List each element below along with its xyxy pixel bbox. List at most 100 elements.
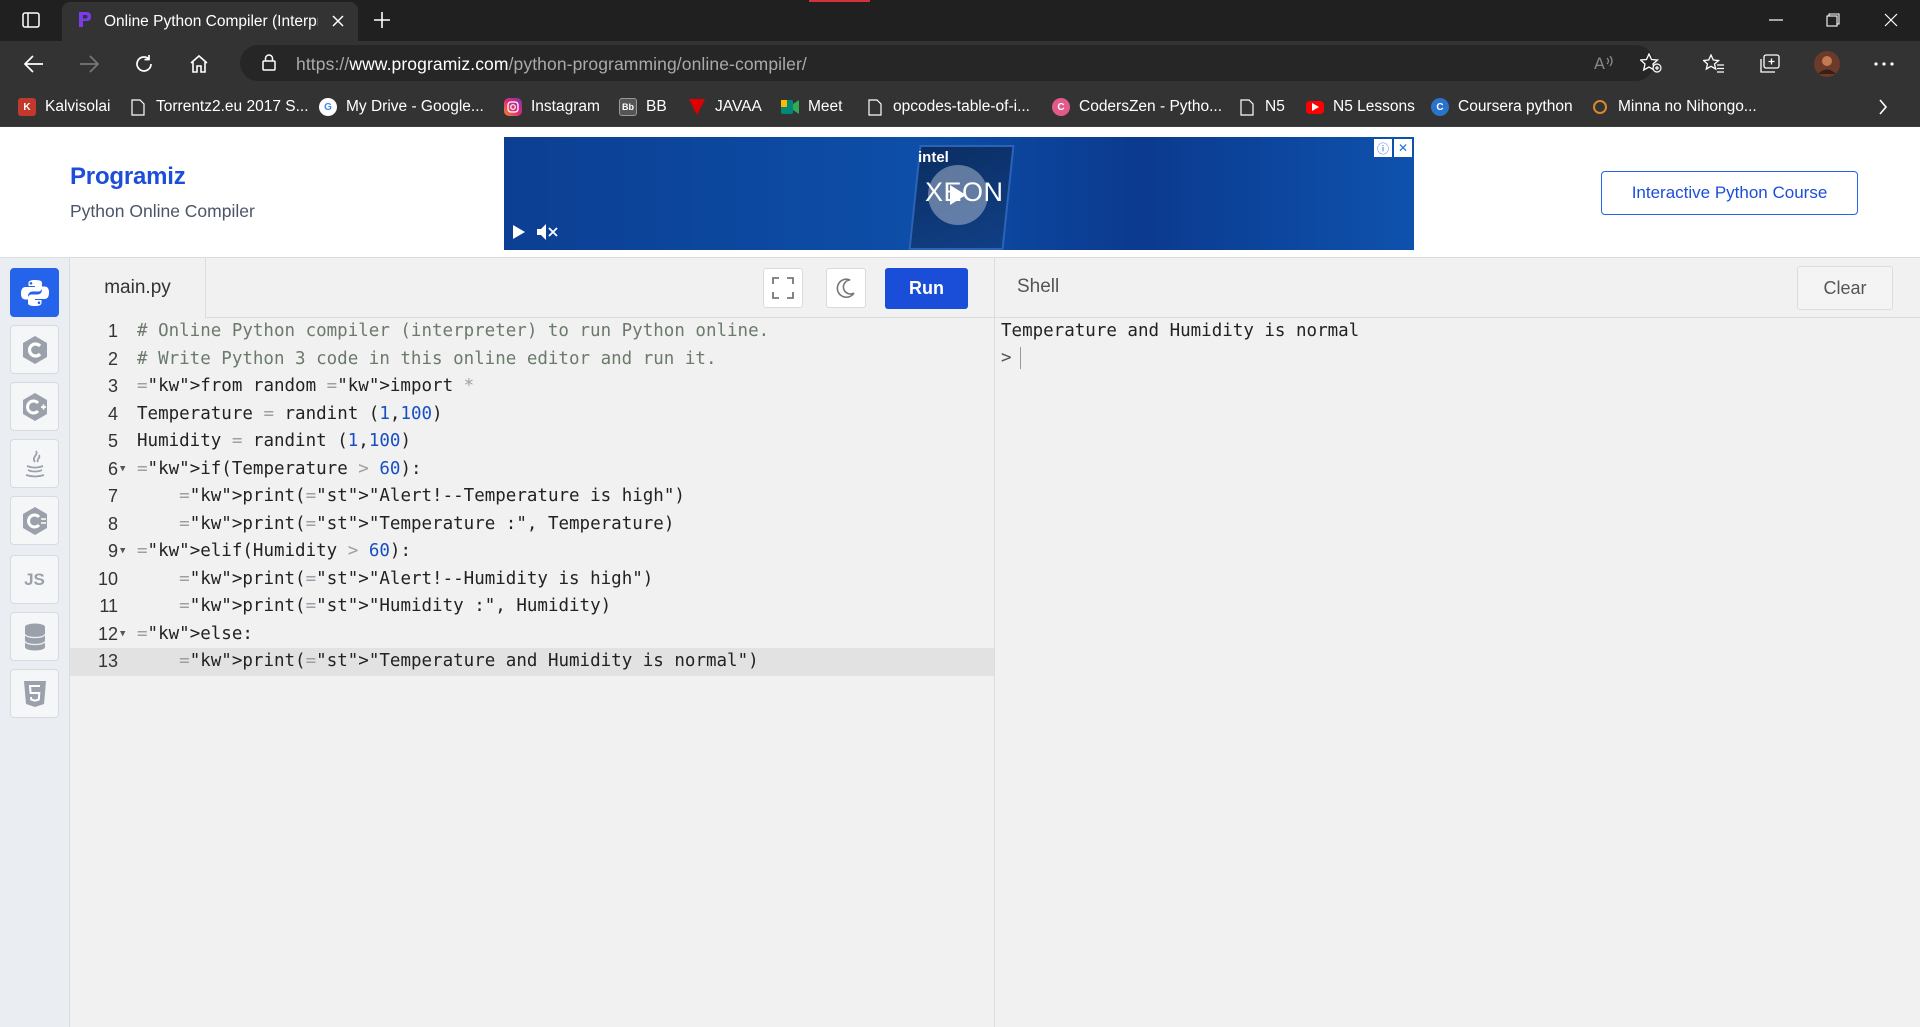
collections-icon[interactable] [1752, 46, 1788, 82]
bookmark-kalvisolai[interactable]: K Kalvisolai [18, 95, 110, 119]
fold-arrow-icon[interactable]: ▼ [120, 456, 125, 484]
minimize-icon[interactable] [1747, 0, 1805, 40]
home-icon[interactable] [181, 46, 217, 82]
ad-close-icon[interactable]: ✕ [1394, 139, 1412, 157]
code-editor[interactable]: 1 # Online Python compiler (interpreter) … [70, 318, 994, 1027]
ad-info-icon[interactable]: ⓘ [1374, 139, 1392, 157]
code-line-current: 13 ="kw">print(="st">"Temperature and Hu… [70, 648, 994, 676]
bookmark-my-drive[interactable]: G My Drive - Google... [319, 95, 484, 119]
coderszen-icon: C [1052, 98, 1070, 116]
python-icon[interactable] [10, 268, 59, 317]
clear-button[interactable]: Clear [1797, 266, 1893, 310]
code-text: ="kw">print(="st">"Temperature :", Tempe… [179, 513, 675, 534]
code-text: ="kw">print(="st">"Alert!--Humidity is h… [179, 568, 654, 589]
line-number: 4 [107, 403, 118, 424]
ad-mute-icon[interactable] [536, 223, 558, 246]
code-line: 7 ="kw">print(="st">"Alert!--Temperature… [70, 483, 994, 511]
url-text[interactable]: https://www.programiz.com/python-program… [296, 54, 807, 75]
tab-actions-icon[interactable] [14, 8, 48, 32]
editor-toolbar: main.py Run [70, 258, 994, 318]
shell-output-text: Temperature and Humidity is normal [1001, 321, 1360, 341]
url-path: /python-programming/online-compiler/ [508, 54, 807, 74]
code-line: 12 ▼ ="kw">else: [70, 621, 994, 649]
bookmark-label: BB [646, 98, 667, 115]
line-number: 5 [107, 431, 118, 451]
shell-output[interactable]: Temperature and Humidity is normal > [994, 318, 1920, 1027]
interactive-course-button[interactable]: Interactive Python Course [1601, 171, 1858, 215]
page-icon [129, 98, 147, 116]
bookmark-n5-lessons[interactable]: N5 Lessons [1306, 95, 1415, 119]
c-language-icon[interactable] [10, 325, 59, 374]
profile-avatar[interactable] [1809, 46, 1845, 82]
bb-icon: Bb [619, 98, 637, 116]
refresh-icon[interactable] [126, 46, 162, 82]
forward-icon[interactable] [71, 46, 107, 82]
more-options-icon[interactable] [1866, 46, 1902, 82]
address-bar[interactable]: https://www.programiz.com/python-program… [240, 45, 1662, 81]
kalvisolai-icon: K [18, 98, 36, 116]
bookmark-javaa[interactable]: JAVAA [688, 95, 762, 119]
fullscreen-icon[interactable] [763, 268, 803, 308]
bookmark-label: JAVAA [715, 98, 762, 115]
bookmark-label: N5 [1265, 98, 1285, 115]
programiz-logo[interactable]: Programiz [70, 163, 186, 191]
bookmark-coderszen[interactable]: C CodersZen - Pytho... [1052, 95, 1222, 119]
code-text: # Write Python 3 code in this online edi… [137, 348, 717, 369]
instagram-icon [504, 98, 522, 116]
line-number: 7 [107, 486, 118, 506]
ad-product: XEON [925, 177, 1004, 207]
add-favorite-icon[interactable] [1638, 52, 1662, 78]
dark-mode-moon-icon[interactable] [826, 268, 866, 308]
java-language-icon[interactable] [10, 439, 59, 488]
bookmark-torrentz[interactable]: Torrentz2.eu 2017 S... [129, 95, 309, 119]
bookmarks-overflow-icon[interactable] [1878, 95, 1888, 119]
bookmark-instagram[interactable]: Instagram [504, 95, 600, 119]
tab-title: Online Python Compiler (Interpre [104, 12, 318, 30]
line-number: 12 [97, 623, 118, 644]
bookmark-minna[interactable]: Minna no Nihongo... [1591, 95, 1757, 119]
run-button[interactable]: Run [885, 268, 968, 309]
favorites-icon[interactable] [1696, 46, 1732, 82]
code-line: 3 ="kw">from random ="kw">import * [70, 373, 994, 401]
bookmark-label: Torrentz2.eu 2017 S... [156, 98, 309, 115]
youtube-icon [1306, 100, 1324, 114]
bookmark-n5[interactable]: N5 [1238, 95, 1285, 119]
fold-arrow-icon[interactable]: ▼ [120, 538, 125, 566]
shell-prompt[interactable]: > [1001, 345, 1022, 373]
code-text: ="kw">else: [137, 623, 253, 644]
line-number: 1 [107, 321, 118, 341]
site-header: Programiz Python Online Compiler intel X… [0, 127, 1920, 258]
language-sidebar: JS [0, 258, 70, 1027]
bookmark-meet[interactable]: Meet [781, 95, 842, 119]
browser-tab-active[interactable]: Online Python Compiler (Interpre [62, 2, 358, 41]
read-aloud-icon[interactable]: A [1594, 53, 1616, 78]
back-icon[interactable] [16, 46, 52, 82]
restore-icon[interactable] [1804, 0, 1862, 40]
ad-video-play-icon[interactable] [512, 224, 526, 245]
csharp-language-icon[interactable] [10, 496, 59, 545]
line-number: 3 [107, 376, 118, 396]
sql-database-icon[interactable] [10, 612, 59, 661]
line-number: 10 [97, 568, 118, 589]
advertisement-banner[interactable]: intel XEON ⓘ ✕ [504, 137, 1414, 250]
bookmark-bb[interactable]: Bb BB [619, 95, 667, 119]
shell-toolbar: Shell Clear [994, 258, 1920, 318]
window-close-icon[interactable] [1862, 0, 1920, 40]
html5-icon[interactable] [10, 669, 59, 718]
browser-navbar: https://www.programiz.com/python-program… [0, 41, 1920, 86]
url-host: www.programiz.com [349, 54, 509, 74]
bookmark-opcodes[interactable]: opcodes-table-of-i... [866, 95, 1030, 119]
file-tab-main-py[interactable]: main.py [70, 258, 206, 318]
bookmark-label: Meet [808, 98, 843, 115]
lock-icon[interactable] [262, 54, 276, 76]
shell-caret [1019, 347, 1022, 369]
code-line: 8 ="kw">print(="st">"Temperature :", Tem… [70, 511, 994, 539]
new-tab-icon[interactable] [368, 7, 396, 33]
cpp-language-icon[interactable] [10, 382, 59, 431]
prompt-symbol: > [1001, 348, 1012, 368]
code-text: ="kw">elif(Humidity > 60): [137, 541, 411, 561]
fold-arrow-icon[interactable]: ▼ [120, 621, 125, 649]
bookmark-coursera[interactable]: C Coursera python [1431, 95, 1573, 119]
close-tab-icon[interactable] [328, 11, 348, 31]
javascript-icon[interactable]: JS [10, 555, 59, 604]
